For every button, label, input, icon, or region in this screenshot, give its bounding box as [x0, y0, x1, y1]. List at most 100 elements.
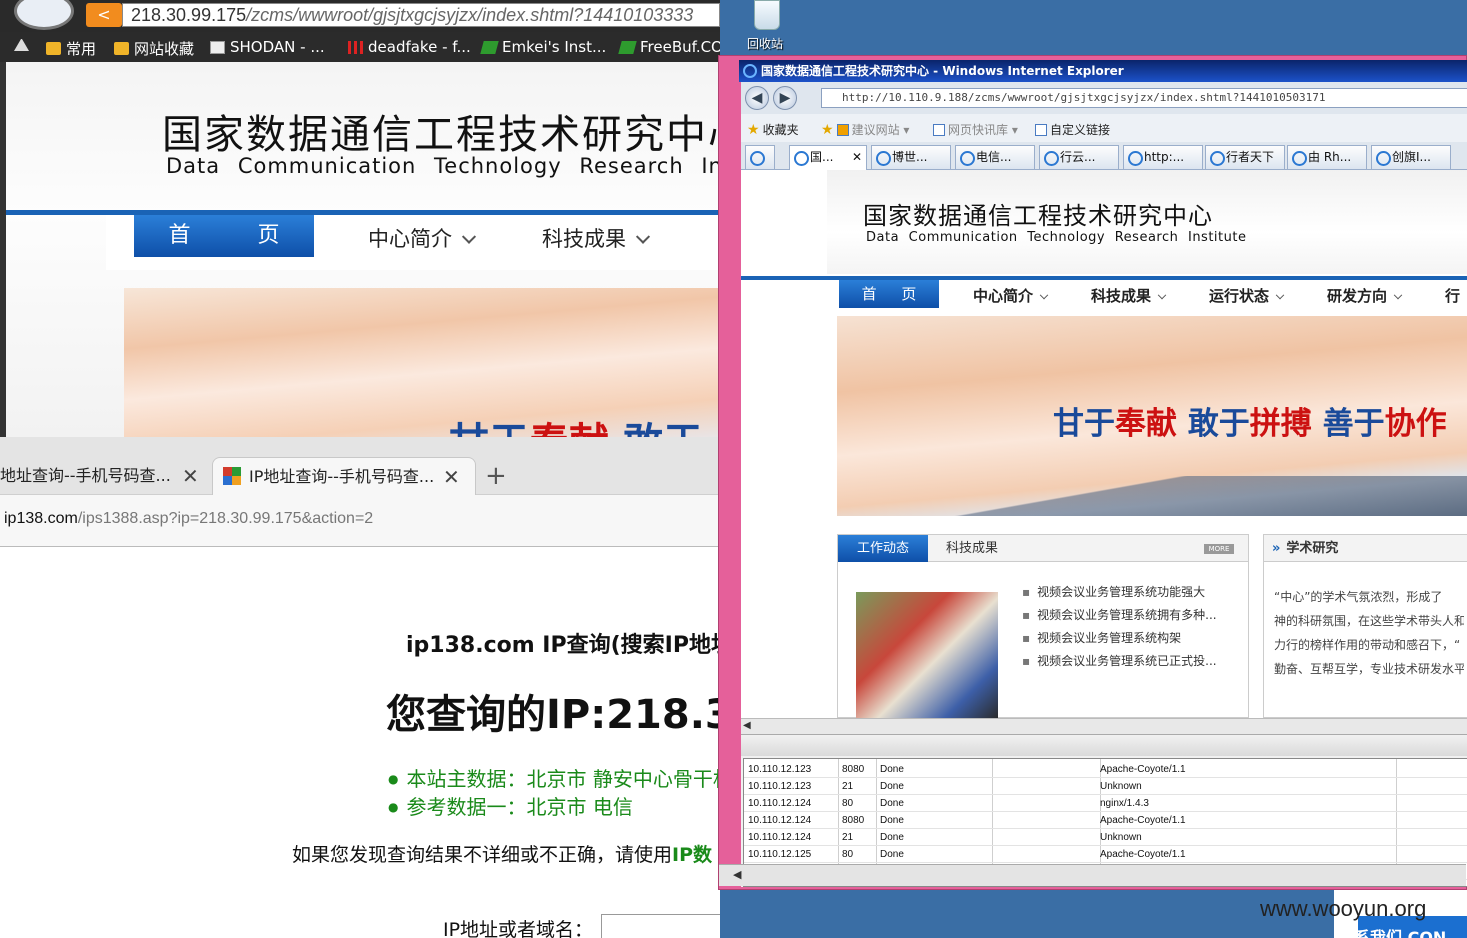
horizontal-scrollbar[interactable]: ◀ [741, 718, 1467, 734]
nav-home[interactable]: 首 页 [134, 215, 314, 257]
table-cell: 10.110.12.124 [748, 798, 812, 809]
home-bookmark[interactable] [14, 38, 29, 51]
web-slice-gallery[interactable]: 网页快讯库 ▾ [933, 121, 1018, 138]
address-text: ip138.com/ips1388.asp?ip=218.30.99.175&a… [4, 510, 374, 527]
custom-links[interactable]: 自定义链接 [1035, 121, 1110, 138]
ip-lookup-browser-window[interactable]: 地址查询--手机号码查... ✕ IP地址查询--手机号码查... ✕ + ip… [0, 437, 720, 938]
home-icon [14, 38, 29, 51]
new-tab-button[interactable]: + [485, 461, 507, 491]
bookmark-item[interactable]: 网站收藏 [114, 38, 194, 59]
address-bar[interactable]: ip138.com/ips1388.asp?ip=218.30.99.175&a… [0, 495, 720, 547]
quick-tabs-button[interactable] [745, 145, 775, 169]
ie-address-bar[interactable]: http://10.110.9.188/zcms/wwwroot/gjsjtxg… [821, 88, 1467, 108]
table-cell: 21 [842, 832, 854, 843]
table-cell: 10.110.12.125 [748, 849, 812, 860]
news-photo[interactable] [856, 592, 998, 718]
folder-icon [46, 42, 61, 55]
ie-tab[interactable]: 博世... [871, 145, 951, 169]
banner-mountains [837, 476, 1467, 516]
bookmark-item[interactable]: SHODAN - ... [210, 38, 325, 56]
table-cell: 10.110.12.124 [748, 815, 812, 826]
close-icon[interactable]: ✕ [182, 457, 199, 495]
table-row[interactable]: 10.110.12.124 8080 Done Apache-Coyote/1.1 [744, 812, 1467, 829]
ie-tab[interactable]: http:... [1123, 145, 1203, 169]
tab-achievements[interactable]: 科技成果 [946, 535, 998, 562]
back-button[interactable]: < [86, 3, 122, 27]
accuracy-note: 如果您发现查询结果不详细或不正确，请使用IP数 [292, 844, 713, 866]
favorites-button[interactable]: ★ 收藏夹 [747, 121, 799, 138]
list-item[interactable]: 视频会议业务管理系统已正式投... [1022, 652, 1216, 675]
table-cell: 10.110.12.123 [748, 764, 812, 775]
table-row[interactable]: 10.110.12.124 80 Done nginx/1.4.3 [744, 795, 1467, 812]
nav-item[interactable]: 中心简介 [973, 285, 1049, 306]
ie-address-row: ◀ ▶ http://10.110.9.188/zcms/wwwroot/gjs… [741, 82, 1467, 114]
slogan-segment: 协作 [1384, 406, 1447, 442]
tab-ip-lookup-2[interactable]: IP地址查询--手机号码查... ✕ [212, 457, 476, 495]
page-icon [210, 40, 225, 54]
star-icon: ★ [747, 121, 760, 138]
browser-logo-icon[interactable] [14, 0, 74, 30]
ie-back-button[interactable]: ◀ [745, 86, 769, 110]
nav-item[interactable]: 科技成果 [1091, 285, 1167, 306]
ie-tab[interactable]: 创旗I... [1371, 145, 1451, 169]
remote-desktop-ie-window[interactable]: 国家数据通信工程技术研究中心 - Windows Internet Explor… [718, 55, 1467, 890]
ie-tab[interactable]: 由 Rh... [1287, 145, 1367, 169]
scan-scrollbar[interactable]: ◀ [719, 864, 1466, 886]
list-item[interactable]: 视频会议业务管理系统拥有多种... [1022, 606, 1216, 629]
nav-item[interactable]: 研发方向 [1327, 285, 1403, 306]
tab-ip-lookup-1[interactable]: 地址查询--手机号码查... ✕ [0, 457, 206, 495]
back-browser-window[interactable]: < 218.30.99.175/zcms/wwwroot/gjsjtxgcjsy… [0, 0, 720, 440]
ie-status-bar [741, 734, 1467, 756]
table-cell: 10.110.12.123 [748, 781, 812, 792]
nav-item[interactable]: 科技成果 [542, 223, 651, 253]
ie-logo-icon [743, 64, 757, 78]
table-row[interactable]: 10.110.12.124 21 Done Unknown [744, 829, 1467, 846]
tab-work-news[interactable]: 工作动态 [838, 535, 928, 562]
bookmark-item[interactable]: Emkei's Inst... [480, 38, 606, 56]
research-panel: » 学术研究 “中心”的学术气氛浓烈，形成了 神的科研氛围，在这些学术带头人和 力… [1263, 534, 1467, 718]
ie-page-content: 国家数据通信工程技术研究中心 Data Communication Techno… [741, 170, 1467, 718]
table-row[interactable]: 10.110.12.125 80 Done Apache-Coyote/1.1 [744, 846, 1467, 863]
bookmark-item[interactable]: deadfake - f... [348, 38, 471, 56]
table-row[interactable]: 10.110.12.123 21 Done Unknown [744, 778, 1467, 795]
close-icon[interactable]: ✕ [443, 458, 460, 496]
list-item[interactable]: 视频会议业务管理系统功能强大 [1022, 583, 1217, 606]
table-cell: Done [880, 798, 904, 809]
table-cell: Unknown [1100, 832, 1142, 843]
suggested-sites[interactable]: ★ 建议网站 ▾ [821, 121, 909, 138]
scroll-left-icon[interactable]: ◀ [733, 868, 741, 881]
close-icon[interactable]: ✕ [852, 146, 862, 168]
ie-titlebar[interactable]: 国家数据通信工程技术研究中心 - Windows Internet Explor… [739, 60, 1467, 82]
ie-tab[interactable]: 行者天下 [1205, 145, 1285, 169]
site-subtitle: Data Communication Technology Research I… [866, 230, 1247, 245]
ip-db-link[interactable]: IP数 [672, 844, 712, 866]
news-list: 视频会议业务管理系统功能强大 视频会议业务管理系统拥有多种... 视频会议业务管… [1022, 583, 1217, 675]
slogan-segment: 奉献 [1115, 406, 1177, 442]
nav-item[interactable]: 中心简介 [368, 223, 477, 253]
banner: 甘于奉献 敢于拼搏 善于协作 [837, 316, 1467, 516]
recycle-bin-icon[interactable] [748, 0, 784, 32]
bookmark-item[interactable]: FreeBuf.CO [618, 38, 720, 56]
bookmarks-bar: 常用 网站收藏 SHODAN - ... deadfake - f... Emk… [0, 32, 720, 62]
table-row[interactable]: 10.110.12.123 8080 Done Apache-Coyote/1.1 [744, 761, 1467, 778]
chevron-down-icon [1157, 290, 1167, 300]
site-title: 国家数据通信工程技术研究中心 [863, 202, 1213, 230]
nav-item[interactable]: 运行状态 [1209, 285, 1285, 306]
more-button[interactable]: MORE [1204, 544, 1234, 554]
ip-query-input[interactable] [601, 914, 720, 938]
address-bar[interactable]: 218.30.99.175/zcms/wwwroot/gjsjtxgcjsyjz… [122, 3, 720, 27]
list-item[interactable]: 视频会议业务管理系统构架 [1022, 629, 1217, 652]
table-cell: Apache-Coyote/1.1 [1100, 815, 1186, 826]
watermark: www.wooyun.org [1260, 896, 1427, 921]
ie-tab[interactable]: 行云... [1039, 145, 1119, 169]
bookmark-item[interactable]: 常用 [46, 38, 96, 59]
scroll-left-icon[interactable]: ◀ [743, 720, 751, 731]
ie-tab[interactable]: 电信... [955, 145, 1035, 169]
table-cell: Done [880, 815, 904, 826]
ie-tab-active[interactable]: 国... ✕ [789, 145, 867, 170]
ie-forward-button[interactable]: ▶ [773, 86, 797, 110]
list-item: 参考数据一：北京市 电信 [388, 791, 720, 819]
nav-item[interactable]: 行 [1445, 285, 1460, 306]
contact-label: 系我们 CON [1354, 928, 1447, 938]
nav-home[interactable]: 首 页 [839, 280, 939, 308]
